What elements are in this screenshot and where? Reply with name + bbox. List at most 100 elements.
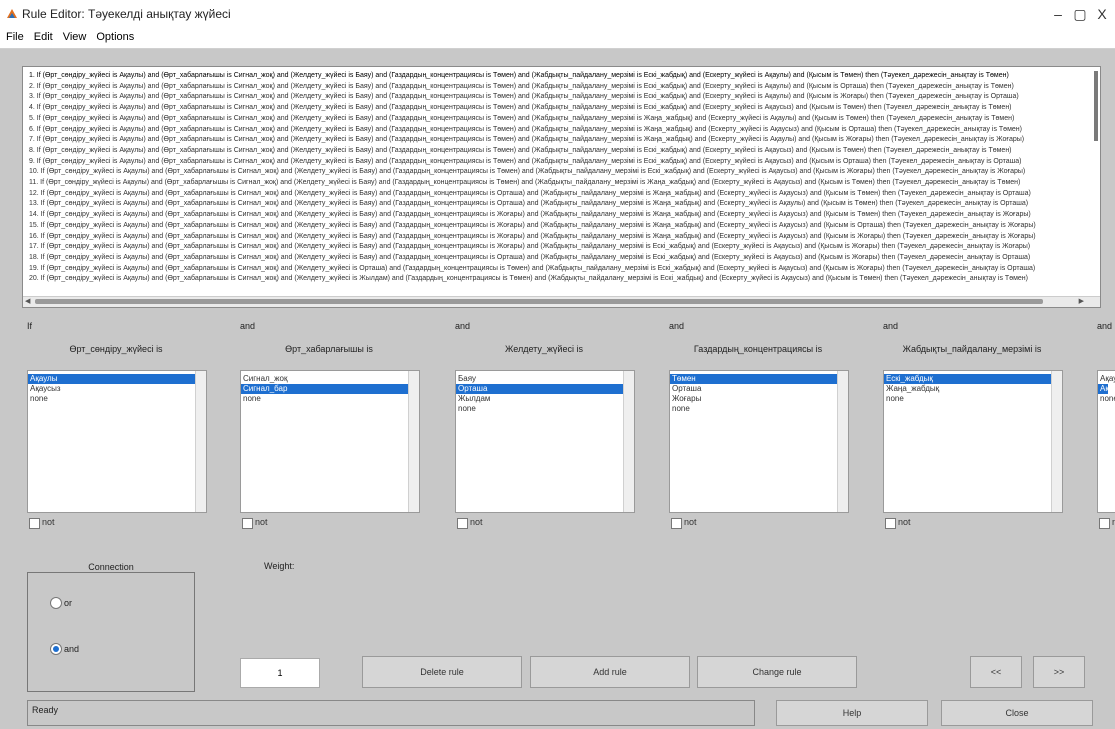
not-label: not — [898, 517, 911, 527]
rules-list[interactable]: ◀ ▶ 1. If (Өрт_сөндіру_жүйесі is Ақаулы)… — [22, 66, 1101, 308]
rule-item[interactable]: 4. If (Өрт_сөндіру_жүйесі is Ақаулы) and… — [29, 103, 1012, 112]
menu-file[interactable]: File — [0, 28, 28, 43]
connection-title: Connection — [28, 562, 194, 572]
rule-item[interactable]: 10. If (Өрт_сөндіру_жүйесі is Ақаулы) an… — [29, 167, 1025, 176]
not-label: not — [684, 517, 697, 527]
rule-item[interactable]: 6. If (Өрт_сөндіру_жүйесі is Ақаулы) and… — [29, 125, 1022, 134]
close-window-button[interactable]: X — [1088, 4, 1115, 24]
connector-label: and — [455, 321, 471, 331]
matlab-app-icon — [7, 9, 17, 18]
membership-listbox[interactable]: Ақаулы Ақаусыз none — [27, 370, 207, 513]
rule-item[interactable]: 1. If (Өрт_сөндіру_жүйесі is Ақаулы) and… — [29, 71, 1009, 80]
listbox-scrollbar[interactable] — [837, 371, 848, 512]
rule-item[interactable]: 20. If (Өрт_сөндіру_жүйесі is Ақаулы) an… — [29, 274, 1028, 283]
membership-option[interactable]: Сигнал_бар — [241, 384, 409, 394]
membership-listbox[interactable]: Ескі_жабдық Жаңа_жабдық none — [883, 370, 1063, 513]
menu-edit[interactable]: Edit — [28, 28, 57, 43]
membership-option[interactable]: Ақаусыз — [28, 384, 196, 394]
weight-input[interactable]: 1 — [240, 658, 320, 688]
help-button[interactable]: Help — [776, 700, 928, 726]
membership-option[interactable]: none — [1098, 394, 1115, 404]
input-variable-label: Желдету_жүйесі is — [505, 344, 583, 354]
membership-option[interactable]: Жаңа_жабдық — [884, 384, 1052, 394]
membership-option[interactable]: Сигнал_жоқ — [241, 374, 409, 384]
membership-listbox[interactable]: Баяу Орташа Жылдам none — [455, 370, 635, 513]
listbox-scrollbar[interactable] — [623, 371, 634, 512]
membership-option[interactable]: Ақау — [1098, 374, 1115, 384]
scroll-right-arrow-icon[interactable]: ▶ — [1079, 297, 1084, 305]
rule-item[interactable]: 2. If (Өрт_сөндіру_жүйесі is Ақаулы) and… — [29, 82, 1014, 91]
membership-option[interactable]: none — [884, 394, 1052, 404]
menu-view[interactable]: View — [57, 28, 91, 43]
not-label: not — [42, 517, 55, 527]
and-radio[interactable] — [50, 643, 62, 655]
listbox-scrollbar[interactable] — [195, 371, 206, 512]
rule-item[interactable]: 13. If (Өрт_сөндіру_жүйесі is Ақаулы) an… — [29, 199, 1028, 208]
connection-group: Connection or and — [27, 562, 195, 692]
rule-item[interactable]: 3. If (Өрт_сөндіру_жүйесі is Ақаулы) and… — [29, 92, 1019, 101]
menu-options[interactable]: Options — [90, 28, 138, 43]
rule-item[interactable]: 12. If (Өрт_сөндіру_жүйесі is Ақаулы) an… — [29, 189, 1031, 198]
membership-option[interactable]: Баяу — [456, 374, 624, 384]
previous-button[interactable]: << — [970, 656, 1022, 688]
membership-option[interactable]: Ақау — [1098, 384, 1115, 394]
connector-label: and — [1097, 321, 1113, 331]
not-checkbox[interactable] — [242, 518, 253, 529]
not-checkbox[interactable] — [671, 518, 682, 529]
rules-horizontal-scrollbar[interactable]: ◀ ▶ — [23, 296, 1100, 307]
connector-label: and — [669, 321, 685, 331]
not-checkbox[interactable] — [1099, 518, 1110, 529]
not-checkbox[interactable] — [885, 518, 896, 529]
status-text: Ready — [32, 705, 59, 715]
membership-option[interactable]: Жоғары — [670, 394, 838, 404]
rule-item[interactable]: 17. If (Өрт_сөндіру_жүйесі is Ақаулы) an… — [29, 242, 1030, 251]
next-button[interactable]: >> — [1033, 656, 1085, 688]
membership-listbox[interactable]: Төмен Орташа Жоғары none — [669, 370, 849, 513]
membership-option[interactable]: Жылдам — [456, 394, 624, 404]
rule-item[interactable]: 19. If (Өрт_сөндіру_жүйесі is Ақаулы) an… — [29, 264, 1035, 273]
rule-item[interactable]: 18. If (Өрт_сөндіру_жүйесі is Ақаулы) an… — [29, 253, 1030, 262]
scroll-left-arrow-icon[interactable]: ◀ — [25, 297, 30, 305]
membership-listbox[interactable]: Сигнал_жоқ Сигнал_бар none — [240, 370, 420, 513]
rules-vertical-scrollbar[interactable] — [1094, 71, 1098, 141]
connector-label: If — [27, 321, 33, 331]
menu-bar: File Edit View Options — [0, 28, 1115, 49]
membership-option[interactable]: none — [670, 404, 838, 414]
membership-option[interactable]: Орташа — [456, 384, 624, 394]
membership-listbox[interactable]: АқауАқауnone — [1097, 370, 1115, 513]
or-radio[interactable] — [50, 597, 62, 609]
input-variable-label: Жабдықты_пайдалану_мерзімі is — [902, 344, 1042, 354]
status-bar: Ready — [27, 700, 755, 726]
or-label: or — [64, 598, 73, 608]
rules-scroll-thumb[interactable] — [35, 299, 1043, 304]
not-label: not — [470, 517, 483, 527]
input-variable-label: Газдардың_концентрациясы is — [693, 344, 823, 354]
input-variable-label: Өрт_хабарлағышы is — [285, 344, 373, 354]
rule-item[interactable]: 8. If (Өрт_сөндіру_жүйесі is Ақаулы) and… — [29, 146, 1012, 155]
change-rule-button[interactable]: Change rule — [697, 656, 857, 688]
delete-rule-button[interactable]: Delete rule — [362, 656, 522, 688]
membership-option[interactable]: Төмен — [670, 374, 838, 384]
membership-option[interactable]: Орташа — [670, 384, 838, 394]
rule-item[interactable]: 7. If (Өрт_сөндіру_жүйесі is Ақаулы) and… — [29, 135, 1024, 144]
close-button[interactable]: Close — [941, 700, 1093, 726]
listbox-scrollbar[interactable] — [408, 371, 419, 512]
membership-option[interactable]: none — [456, 404, 624, 414]
listbox-scrollbar[interactable] — [1051, 371, 1062, 512]
membership-option[interactable]: Ақаулы — [28, 374, 196, 384]
rule-item[interactable]: 5. If (Өрт_сөндіру_жүйесі is Ақаулы) and… — [29, 114, 1014, 123]
not-checkbox[interactable] — [457, 518, 468, 529]
rule-item[interactable]: 9. If (Өрт_сөндіру_жүйесі is Ақаулы) and… — [29, 157, 1021, 166]
not-checkbox[interactable] — [29, 518, 40, 529]
connector-label: and — [883, 321, 899, 331]
rule-item[interactable]: 15. If (Өрт_сөндіру_жүйесі is Ақаулы) an… — [29, 221, 1036, 230]
title-bar: Rule Editor: Тәуекелді анықтау жүйесі – … — [0, 0, 1115, 28]
weight-label: Weight: — [264, 561, 295, 571]
add-rule-button[interactable]: Add rule — [530, 656, 690, 688]
membership-option[interactable]: none — [241, 394, 409, 404]
rule-item[interactable]: 14. If (Өрт_сөндіру_жүйесі is Ақаулы) an… — [29, 210, 1031, 219]
membership-option[interactable]: none — [28, 394, 196, 404]
rule-item[interactable]: 16. If (Өрт_сөндіру_жүйесі is Ақаулы) an… — [29, 232, 1036, 241]
rule-item[interactable]: 11. If (Өрт_сөндіру_жүйесі is Ақаулы) an… — [29, 178, 1020, 187]
membership-option[interactable]: Ескі_жабдық — [884, 374, 1052, 384]
